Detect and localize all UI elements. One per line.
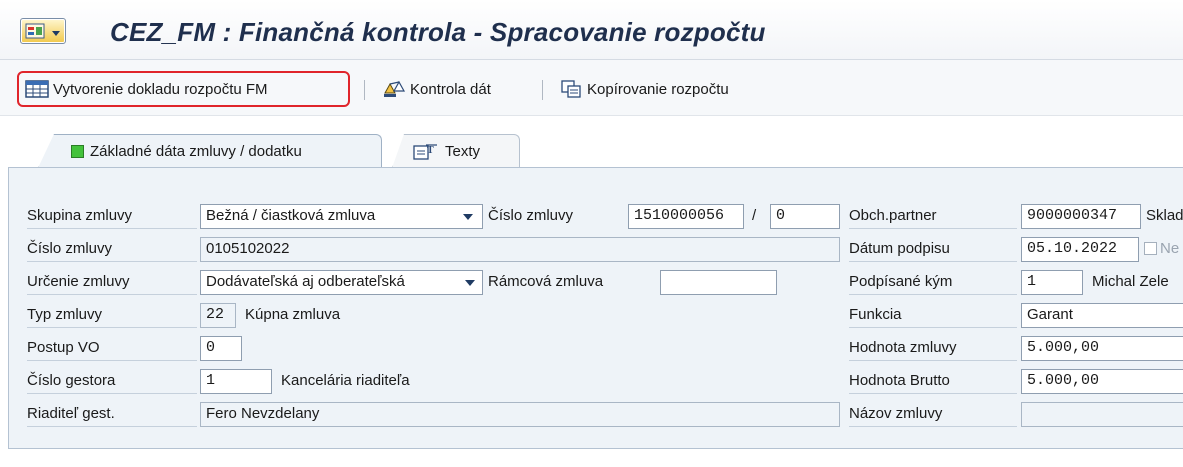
document-grid-icon — [25, 80, 49, 98]
chevron-down-icon — [463, 214, 473, 220]
skupina-zmluvy-label: Skupina zmluvy — [27, 207, 133, 224]
row-cislo-zmluvy: Číslo zmluvy 0105102022 Dátum podpisu 05… — [9, 235, 1183, 263]
tab-basic-data[interactable]: Základné dáta zmluvy / dodatku — [38, 134, 382, 168]
row-postup: Postup VO 0 Hodnota zmluvy 5.000,00 — [9, 334, 1183, 362]
hodnota-zmluvy-input[interactable]: 5.000,00 — [1021, 336, 1183, 361]
application-toolbar: Vytvorenie dokladu rozpočtu FM Kontrola … — [0, 60, 1183, 116]
cislo-zmluvy-ref-label: Číslo zmluvy — [488, 207, 574, 224]
ramcova-zmluva-label: Rámcová zmluva — [488, 273, 604, 290]
ramcova-zmluva-input[interactable] — [660, 270, 777, 295]
cislo-gestora-label: Číslo gestora — [27, 372, 116, 389]
cislo-gestora-input[interactable]: 1 — [200, 369, 272, 394]
tab-texts-label: Texty — [445, 143, 481, 160]
check-data-button[interactable]: Kontrola dát — [376, 71, 497, 107]
hodnota-zmluvy-label: Hodnota zmluvy — [849, 339, 957, 356]
podpisane-kym-name: Michal Zele — [1092, 273, 1169, 290]
typ-zmluvy-label: Typ zmluvy — [27, 306, 103, 323]
urcenie-zmluvy-label: Určenie zmluvy — [27, 273, 130, 290]
check-scales-icon — [384, 80, 406, 97]
hodnota-brutto-label: Hodnota Brutto — [849, 372, 950, 389]
cislo-gestora-text: Kancelária riaditeľa — [281, 372, 410, 389]
urcenie-zmluvy-value: Dodávateľská aj odberateľská — [206, 273, 405, 290]
cislo-zmluvy-separator: / — [752, 207, 757, 224]
dodatok-number-input[interactable]: 0 — [770, 204, 840, 229]
skupina-zmluvy-dropdown[interactable]: Bežná / čiastková zmluva — [200, 204, 483, 229]
podpisane-kym-input[interactable]: 1 — [1021, 270, 1083, 295]
svg-text:T: T — [427, 145, 434, 156]
status-green-icon — [71, 145, 84, 158]
sap-menu-icon — [25, 23, 45, 39]
funkcia-label: Funkcia — [849, 306, 902, 323]
create-budget-document-label: Vytvorenie dokladu rozpočtu FM — [53, 80, 268, 98]
tab-texts[interactable]: T Texty — [392, 134, 520, 168]
datum-podpisu-label: Dátum podpisu — [849, 240, 950, 257]
chevron-down-icon — [52, 31, 60, 36]
skupina-zmluvy-value: Bežná / čiastková zmluva — [206, 207, 376, 224]
check-data-label: Kontrola dát — [410, 80, 491, 98]
hodnota-brutto-input[interactable]: 5.000,00 — [1021, 369, 1183, 394]
podpisane-kym-label: Podpísané kým — [849, 273, 953, 290]
row-riaditel: Riaditeľ gest. Fero Nevzdelany Názov zml… — [9, 400, 1183, 428]
obch-partner-label: Obch.partner — [849, 207, 937, 224]
ne-checkbox-label: Ne — [1160, 240, 1180, 257]
basic-data-panel: Skupina zmluvy Bežná / čiastková zmluva … — [8, 167, 1183, 449]
page-title: CEZ_FM : Finančná kontrola - Spracovanie… — [110, 17, 766, 47]
nazov-zmluvy-field — [1021, 402, 1183, 427]
typ-zmluvy-code: 22 — [200, 303, 236, 328]
obch-partner-input[interactable]: 9000000347 — [1021, 204, 1141, 229]
datum-podpisu-input[interactable]: 05.10.2022 — [1021, 237, 1139, 262]
title-bar: CEZ_FM : Finančná kontrola - Spracovanie… — [0, 0, 1183, 60]
copy-budget-label: Kopírovanie rozpočtu — [587, 80, 729, 98]
tab-basic-data-label: Základné dáta zmluvy / dodatku — [90, 143, 302, 160]
text-document-icon: T — [413, 143, 437, 160]
urcenie-zmluvy-dropdown[interactable]: Dodávateľská aj odberateľská — [200, 270, 483, 295]
chevron-down-icon — [465, 280, 475, 286]
typ-zmluvy-text: Kúpna zmluva — [245, 306, 341, 323]
riaditel-gest-field: Fero Nevzdelany — [200, 402, 840, 427]
cislo-zmluvy-ref-input[interactable]: 1510000056 — [628, 204, 744, 229]
copy-budget-button[interactable]: Kopírovanie rozpočtu — [553, 71, 735, 107]
copy-icon — [561, 80, 581, 98]
postup-vo-label: Postup VO — [27, 339, 100, 356]
system-menu-button[interactable] — [20, 18, 66, 44]
obch-partner-name: Sklad — [1146, 207, 1183, 224]
riaditel-gest-label: Riaditeľ gest. — [27, 405, 115, 422]
cislo-zmluvy-field: 0105102022 — [200, 237, 840, 262]
funkcia-input[interactable]: Garant — [1021, 303, 1183, 328]
row-urcenie: Určenie zmluvy Dodávateľská aj odberateľ… — [9, 268, 1183, 296]
create-budget-document-button[interactable]: Vytvorenie dokladu rozpočtu FM — [17, 71, 350, 107]
row-skupina: Skupina zmluvy Bežná / čiastková zmluva … — [9, 202, 1183, 230]
row-typ: Typ zmluvy 22 Kúpna zmluva Funkcia Garan… — [9, 301, 1183, 329]
tab-strip: Základné dáta zmluvy / dodatku T Texty — [0, 116, 1183, 168]
nazov-zmluvy-label: Názov zmluvy — [849, 405, 943, 422]
footer-area — [0, 449, 1183, 467]
row-gestor: Číslo gestora 1 Kancelária riaditeľa Hod… — [9, 367, 1183, 395]
cislo-zmluvy-label: Číslo zmluvy — [27, 240, 113, 257]
ne-checkbox[interactable] — [1144, 242, 1157, 255]
toolbar-separator — [542, 80, 543, 100]
toolbar-separator — [364, 80, 365, 100]
postup-vo-input[interactable]: 0 — [200, 336, 242, 361]
